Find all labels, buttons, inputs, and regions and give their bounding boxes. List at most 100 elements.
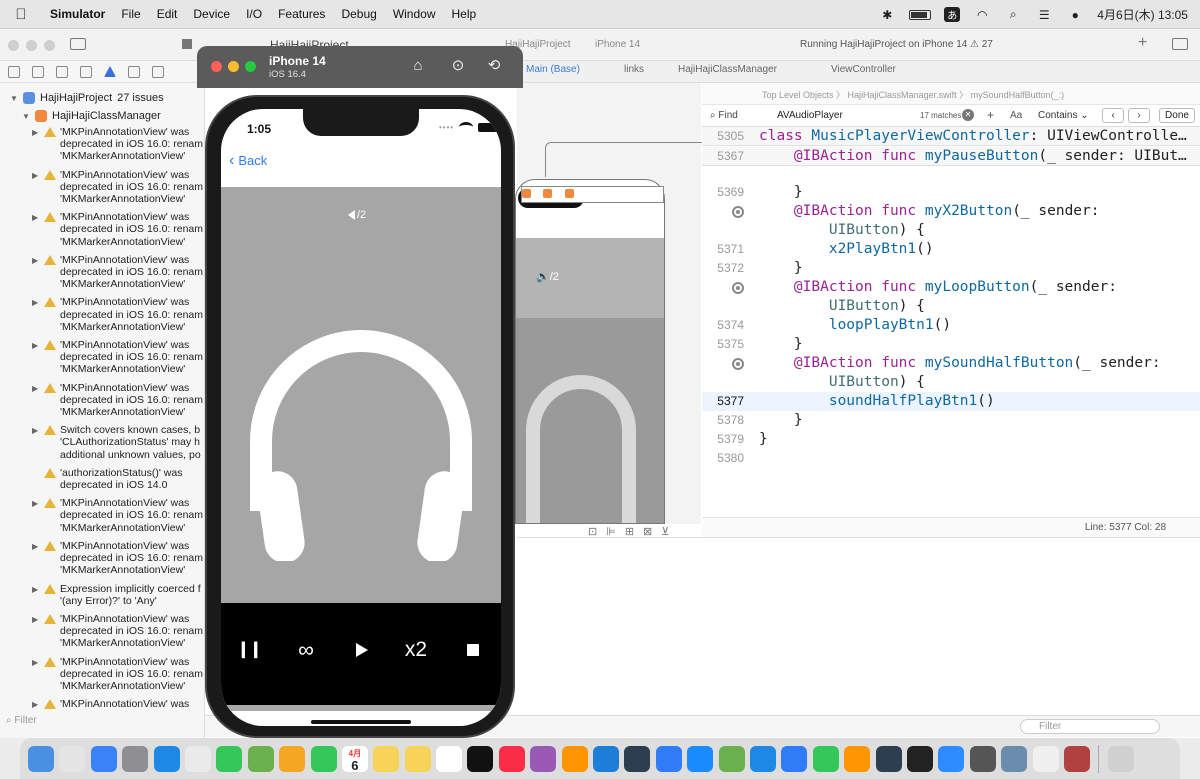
home-icon[interactable]: ⌂ — [407, 55, 429, 77]
rotate-icon[interactable]: ⟲ — [483, 55, 505, 77]
ibaction-connection-icon[interactable] — [732, 206, 744, 218]
pages-icon[interactable] — [844, 745, 871, 772]
code-line[interactable]: 5380 — [702, 449, 1200, 468]
line-number[interactable]: 5374 — [702, 316, 744, 335]
find-query-field[interactable]: AVAudioPlayer — [777, 110, 843, 121]
issue-item[interactable]: ▶ 'MKPinAnnotationView' was deprecated in … — [32, 339, 204, 376]
line-number[interactable]: 5380 — [702, 449, 744, 468]
menu-clock[interactable]: 4月6日(木) 13:05 — [1097, 6, 1188, 23]
simulator-titlebar[interactable]: iPhone 14 iOS 16.4 ⌂ ⊙ ⟲ — [197, 46, 523, 88]
preview-icon[interactable] — [1001, 745, 1028, 772]
chevron-right-icon[interactable]: ▶ — [32, 699, 38, 710]
dictionary-icon[interactable] — [1063, 745, 1090, 772]
clear-search-icon[interactable]: ✕ — [962, 109, 974, 121]
issue-item[interactable]: ▶ 'MKPinAnnotationView' was deprecated in … — [32, 169, 204, 206]
safari-icon[interactable] — [153, 745, 180, 772]
back-button[interactable]: ‹ Back — [229, 153, 267, 169]
previous-match-button[interactable]: ‹ — [1102, 108, 1124, 123]
storyboard-scene[interactable]: 🔈/2 — [515, 179, 665, 524]
line-number[interactable]: 5379 — [702, 430, 744, 449]
home-indicator[interactable] — [311, 720, 411, 724]
view-controller-icon[interactable] — [565, 189, 574, 198]
terminal-icon[interactable] — [906, 745, 933, 772]
menu-help[interactable]: Help — [444, 7, 485, 21]
add-pattern-icon[interactable]: + — [987, 108, 994, 122]
match-mode-popup[interactable]: Contains ⌄ — [1038, 110, 1089, 121]
menu-device[interactable]: Device — [185, 7, 238, 21]
facetime-icon[interactable] — [310, 745, 337, 772]
project-navigator-icon[interactable] — [8, 65, 20, 78]
match-case-toggle[interactable]: Aa — [1010, 110, 1022, 121]
chevron-down-icon[interactable]: ▼ — [10, 94, 18, 103]
jump-bar[interactable]: Top Level Objects 〉 HajiHajiClassManager… — [702, 83, 1200, 105]
line-number[interactable]: 5372 — [702, 259, 744, 278]
source-editor[interactable]: 5305 class MusicPlayerViewController: UIV… — [702, 127, 1200, 507]
code-line[interactable]: 5374 loopPlayBtn1() — [702, 316, 1200, 335]
navigator-filter-field[interactable]: ⌕ Filter — [6, 715, 37, 726]
iphone-screen[interactable]: 1:05 •••• ‹ Back /2 ❙❙ ∞ x2 — [221, 109, 501, 726]
symbol-navigator-icon[interactable] — [56, 65, 68, 78]
simulator-icon[interactable] — [875, 745, 902, 772]
debug-area[interactable] — [517, 537, 1200, 717]
line-number[interactable]: 5305 — [702, 127, 744, 146]
finder-icon[interactable] — [28, 745, 54, 772]
test-navigator-icon[interactable] — [128, 65, 140, 78]
notes-icon[interactable] — [373, 745, 400, 772]
launchpad-icon[interactable] — [59, 745, 86, 772]
console-filter-field[interactable]: Filter — [1020, 719, 1160, 734]
code-line[interactable]: 5377 soundHalfPlayBtn1() — [702, 392, 1200, 411]
issue-item[interactable]: ▶ Switch covers known cases, b 'CLAuthoriz… — [32, 424, 204, 461]
library-plus-button[interactable]: + — [1138, 34, 1147, 52]
instruments-icon[interactable] — [624, 745, 651, 772]
issue-tree-root[interactable]: ▼ HajiHajiProject 27 issues — [10, 92, 164, 104]
navigator-toggle-icon[interactable] — [70, 38, 86, 50]
battery-icon[interactable] — [909, 9, 932, 20]
siri-icon[interactable]: ● — [1066, 8, 1084, 22]
code-line[interactable]: UIButton) { — [702, 221, 1200, 240]
code-line[interactable]: @IBAction func mySoundHalfButton(_ sende… — [702, 354, 1200, 373]
chevron-right-icon[interactable]: ▶ — [32, 170, 38, 182]
sim-zoom-button[interactable] — [245, 61, 256, 72]
menu-debug[interactable]: Debug — [333, 7, 384, 21]
numbers-icon[interactable] — [812, 745, 839, 772]
code-line[interactable]: @IBAction func myLoopButton(_ sender: — [702, 278, 1200, 297]
sim-minimize-button[interactable] — [228, 61, 239, 72]
chevron-down-icon[interactable]: ▼ — [22, 112, 30, 121]
menu-edit[interactable]: Edit — [149, 7, 186, 21]
code-line[interactable]: UIButton) { — [702, 373, 1200, 392]
calendar-icon[interactable]: 4月 6 — [341, 745, 368, 772]
zoom-icon[interactable] — [938, 745, 965, 772]
code-line[interactable]: 5369 } — [702, 183, 1200, 202]
code-line[interactable]: @IBAction func myX2Button(_ sender: — [702, 202, 1200, 221]
run-destination[interactable]: iPhone 14 — [595, 39, 640, 50]
photos-icon[interactable] — [279, 745, 306, 772]
code-line[interactable]: 5371 x2PlayBtn1() — [702, 240, 1200, 259]
code-line[interactable]: 5372 } — [702, 259, 1200, 278]
chevron-right-icon[interactable]: ▶ — [32, 383, 38, 395]
line-number[interactable]: 5377 — [702, 392, 744, 411]
issue-item[interactable]: ▶ 'MKPinAnnotationView' was deprecated in … — [32, 613, 204, 650]
tab-links[interactable]: links — [624, 64, 644, 75]
issue-item[interactable]: ▶ 'MKPinAnnotationView' was deprecated in … — [32, 254, 204, 291]
mail-icon[interactable] — [90, 745, 117, 772]
next-match-button[interactable]: › — [1128, 108, 1150, 123]
tab-classmanager[interactable]: HajiHajiClassManager — [678, 64, 777, 75]
issue-item[interactable]: ▶ Expression implicitly coerced f '(any Er… — [32, 583, 204, 607]
chevron-right-icon[interactable]: ▶ — [32, 498, 38, 510]
tab-viewcontroller[interactable]: ViewController — [831, 64, 896, 75]
wifi-icon[interactable]: ◠ — [973, 8, 991, 22]
x2-speed-button[interactable]: x2 — [399, 639, 433, 661]
find-done-button[interactable]: Done — [1159, 108, 1195, 123]
music-icon[interactable] — [498, 745, 525, 772]
chevron-right-icon[interactable]: ▶ — [32, 255, 38, 267]
issue-item[interactable]: ▶ 'MKPinAnnotationView' was deprecated in … — [32, 296, 204, 333]
chevron-right-icon[interactable]: ▶ — [32, 584, 38, 596]
chevron-right-icon[interactable]: ▶ — [32, 657, 38, 669]
apple-menu-icon[interactable]:  — [0, 6, 42, 23]
vscode-icon[interactable] — [749, 745, 776, 772]
line-number[interactable]: 5375 — [702, 335, 744, 354]
reminders-icon[interactable] — [436, 745, 463, 772]
code-line[interactable]: 5379} — [702, 430, 1200, 449]
script-icon[interactable] — [718, 745, 745, 772]
find-mode-menu[interactable]: ⌕ Find — [710, 110, 738, 121]
